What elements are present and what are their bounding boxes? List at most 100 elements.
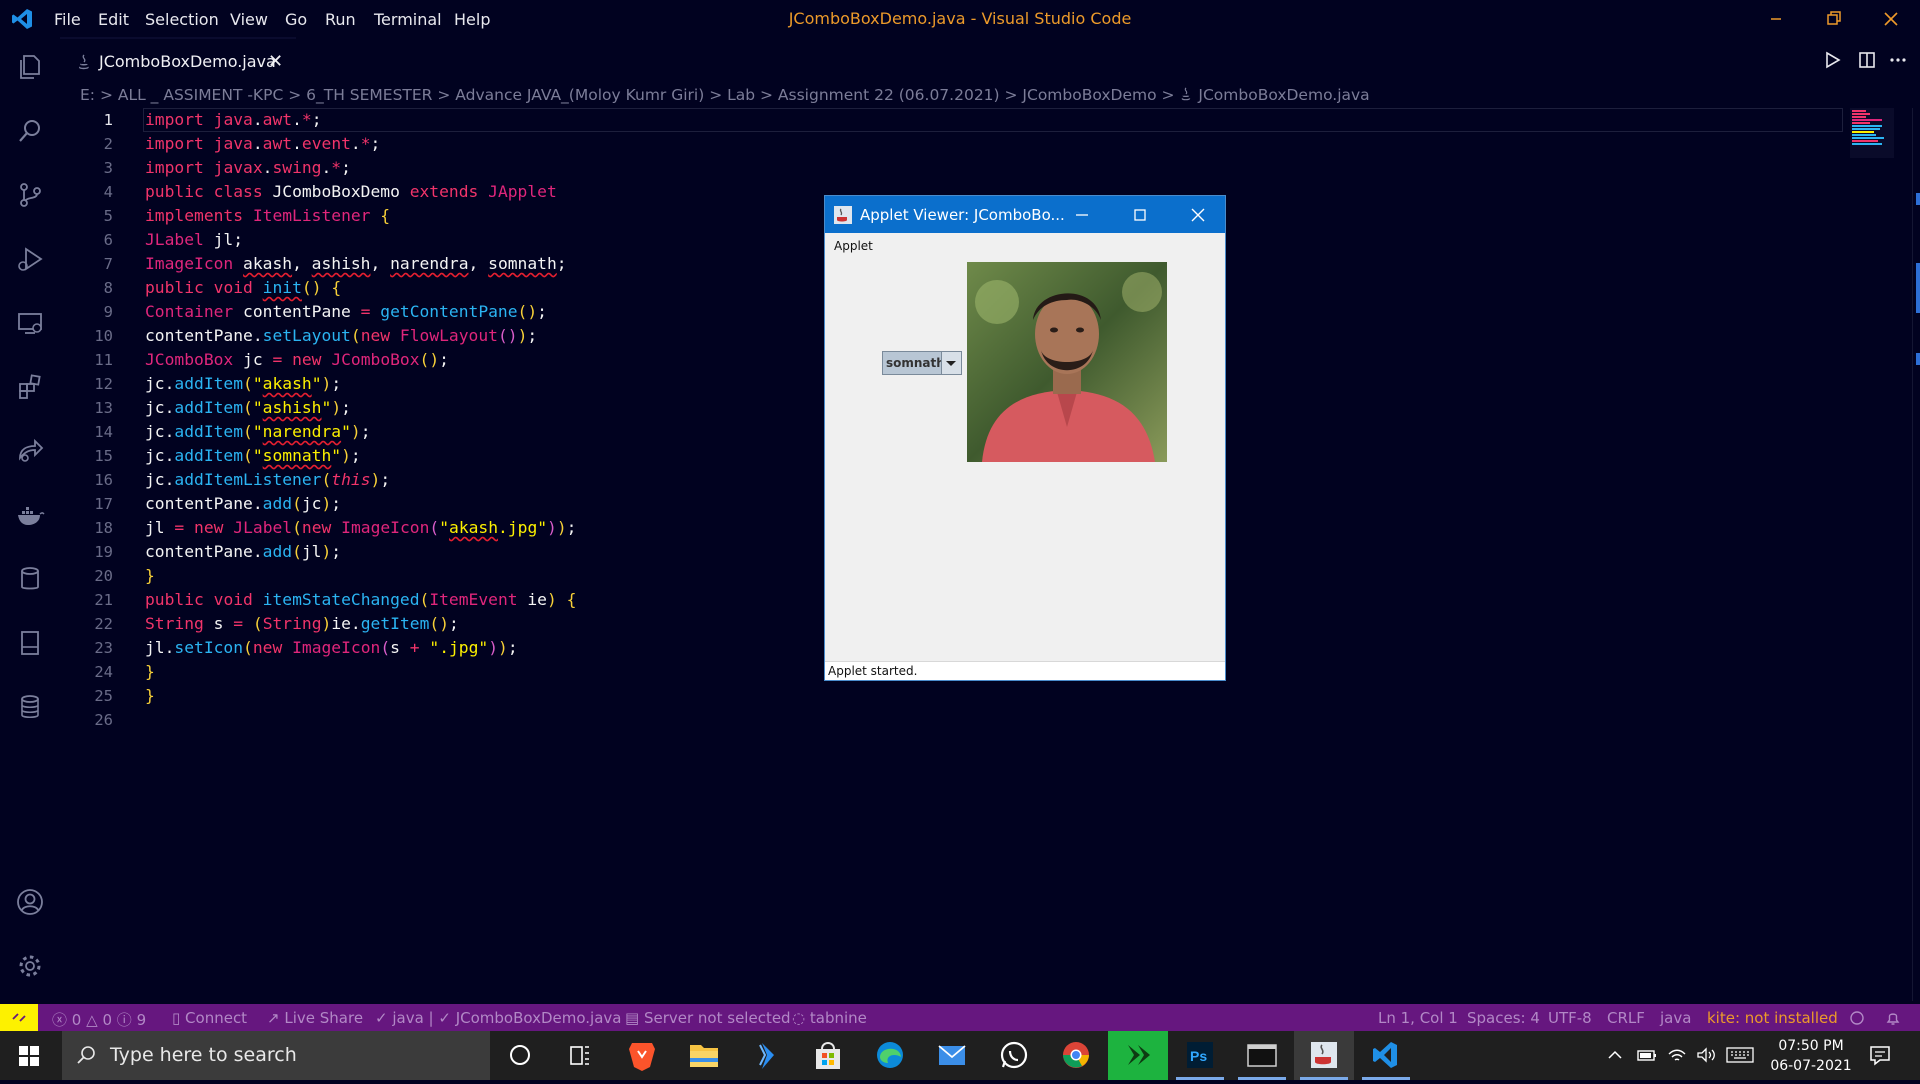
feedback-icon[interactable] — [1848, 1009, 1866, 1027]
live-share-icon[interactable] — [15, 436, 45, 466]
search-placeholder: Type here to search — [110, 1044, 297, 1066]
info-icon: ⓘ — [116, 1011, 132, 1029]
kite-status[interactable]: kite: not installed — [1707, 1009, 1838, 1027]
run-icon[interactable] — [1822, 50, 1842, 70]
close-window-icon[interactable] — [1880, 8, 1902, 30]
split-editor-icon[interactable] — [1857, 50, 1877, 70]
live-share-status-icon: ↗ — [267, 1009, 280, 1027]
title-bar: File Edit Selection View Go Run Terminal… — [0, 0, 1920, 37]
end-of-line[interactable]: CRLF — [1607, 1009, 1645, 1027]
code-line: import java.awt.event.*; — [145, 134, 381, 153]
brave-button[interactable] — [612, 1031, 672, 1080]
settings-gear-icon[interactable] — [15, 951, 45, 981]
applet-maximize-icon[interactable] — [1131, 206, 1149, 224]
tab-jcomboboxdemo[interactable]: JComboBoxDemo.java ✕ — [60, 37, 296, 84]
code-line: jc.addItemListener(this); — [145, 470, 391, 489]
problems-indicator[interactable]: ⓧ 0 △ 0 ⓘ 9 — [52, 1009, 146, 1030]
extensions-icon[interactable] — [15, 372, 45, 402]
cortana-button[interactable] — [490, 1031, 550, 1080]
tab-label: JComboBoxDemo.java — [99, 52, 276, 71]
applet-close-icon[interactable] — [1189, 206, 1207, 224]
java-status-label: java | ✓ JComboBoxDemo.java — [392, 1009, 622, 1027]
jdownloader-button[interactable] — [1108, 1031, 1168, 1080]
notebook-icon[interactable] — [15, 628, 45, 658]
line-number: 14 — [94, 423, 113, 441]
remote-indicator[interactable] — [0, 1004, 38, 1031]
java-file-icon — [1182, 87, 1191, 101]
photoshop-button[interactable]: Ps — [1170, 1031, 1230, 1080]
name-combobox[interactable]: somnath — [882, 351, 962, 375]
more-actions-icon[interactable] — [1888, 50, 1908, 70]
java-status[interactable]: ✓ java | ✓ JComboBoxDemo.java — [375, 1009, 621, 1027]
breadcrumb-path[interactable]: E: > ALL _ ASSIMENT -KPC > 6_TH SEMESTER… — [80, 86, 1179, 104]
database-icon[interactable] — [15, 564, 45, 594]
store-button[interactable] — [798, 1031, 858, 1080]
mail-button[interactable] — [922, 1031, 982, 1080]
encoding[interactable]: UTF-8 — [1548, 1009, 1592, 1027]
connect-button[interactable]: ▯ Connect — [172, 1009, 247, 1027]
windows-start-icon[interactable] — [18, 1045, 40, 1067]
profile-photo — [967, 262, 1167, 462]
cursor-position[interactable]: Ln 1, Col 1 — [1378, 1009, 1458, 1027]
mail-icon — [938, 1045, 966, 1065]
language-mode[interactable]: java — [1660, 1009, 1691, 1027]
breadcrumb-file[interactable]: JComboBoxDemo.java — [1198, 86, 1369, 104]
breadcrumb[interactable]: E: > ALL _ ASSIMENT -KPC > 6_TH SEMESTER… — [80, 86, 1370, 104]
line-number: 25 — [94, 687, 113, 705]
code-line: String s = (String)ie.getItem(); — [145, 614, 459, 633]
line-number: 2 — [103, 135, 113, 153]
photoshop-icon: Ps — [1187, 1042, 1213, 1068]
docker-icon[interactable] — [15, 500, 45, 530]
file-explorer-button[interactable] — [674, 1031, 734, 1080]
live-share-button[interactable]: ↗ Live Share — [267, 1009, 363, 1027]
wifi-icon[interactable] — [1667, 1046, 1687, 1064]
tabnine-status[interactable]: ◌ tabnine — [792, 1009, 867, 1027]
server-icon: ▤ — [625, 1009, 640, 1027]
sql-server-icon[interactable] — [15, 692, 45, 722]
chrome-icon — [1063, 1042, 1089, 1068]
keyboard-icon[interactable] — [1726, 1047, 1754, 1063]
source-control-icon[interactable] — [15, 180, 45, 210]
chrome-button[interactable] — [1046, 1031, 1106, 1080]
tab-close-icon[interactable]: ✕ — [268, 51, 283, 72]
whatsapp-button[interactable] — [984, 1031, 1044, 1080]
file-explorer-icon — [690, 1045, 718, 1067]
search-icon[interactable] — [15, 116, 45, 146]
chevron-down-icon — [946, 361, 956, 366]
minimap[interactable] — [1850, 108, 1894, 158]
vscode-button[interactable] — [1356, 1031, 1416, 1080]
explorer-icon[interactable] — [15, 52, 45, 82]
terminal-button[interactable] — [1232, 1031, 1292, 1080]
line-number: 3 — [103, 159, 113, 177]
applet-menu[interactable]: Applet — [834, 239, 873, 253]
applet-viewer-window[interactable]: Applet Viewer: JComboBo... Applet somnat… — [824, 195, 1226, 681]
bell-icon[interactable] — [1884, 1009, 1902, 1027]
task-view-button[interactable] — [550, 1031, 610, 1080]
volume-icon[interactable] — [1695, 1046, 1717, 1064]
chevron-up-icon[interactable] — [1606, 1046, 1624, 1064]
battery-icon[interactable] — [1636, 1046, 1658, 1064]
restore-icon[interactable] — [1823, 8, 1845, 30]
applet-title-bar[interactable]: Applet Viewer: JComboBo... — [825, 196, 1225, 233]
applet-minimize-icon[interactable] — [1073, 206, 1091, 224]
java-applet-button[interactable] — [1294, 1031, 1354, 1080]
server-status[interactable]: ▤ Server not selected — [625, 1009, 791, 1027]
indentation[interactable]: Spaces: 4 — [1467, 1009, 1540, 1027]
error-icon: ⓧ — [52, 1011, 68, 1029]
notification-icon[interactable] — [1868, 1044, 1892, 1066]
run-debug-icon[interactable] — [15, 244, 45, 274]
clock[interactable]: 07:50 PM 06-07-2021 — [1756, 1036, 1866, 1076]
remote-explorer-icon[interactable] — [15, 308, 45, 338]
vertical-scrollbar[interactable] — [1912, 108, 1920, 1001]
code-line: public class JComboBoxDemo extends JAppl… — [145, 182, 557, 201]
account-icon[interactable] — [15, 887, 45, 917]
edge-button[interactable] — [860, 1031, 920, 1080]
code-line: Container contentPane = getContentPane()… — [145, 302, 547, 321]
taskbar-search-box[interactable]: Type here to search — [62, 1031, 490, 1080]
warning-icon: △ — [86, 1011, 98, 1029]
visual-studio-button[interactable] — [736, 1031, 796, 1080]
line-number: 9 — [103, 303, 113, 321]
minimize-icon[interactable] — [1765, 8, 1787, 30]
terminal-icon — [1247, 1044, 1277, 1067]
combobox-arrow[interactable] — [941, 352, 961, 374]
